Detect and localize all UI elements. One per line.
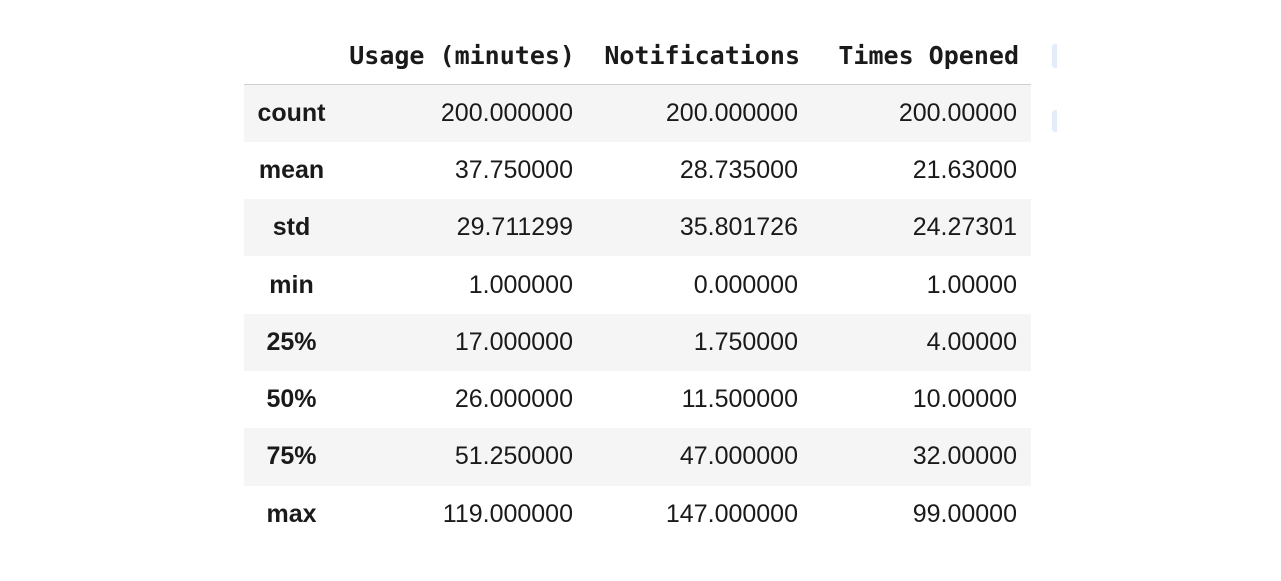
table-cell: 51.250000 [454,442,573,471]
header-row: Usage (minutes) Notifications Times Open… [244,26,1031,85]
table-row: 25% 17.000000 1.750000 4.00000 [244,313,1031,371]
row-label: mean [258,155,325,184]
row-label: 50% [266,385,317,414]
table-cell: 24.27301 [912,213,1017,242]
index-header [244,26,339,85]
table-cell: 147.000000 [665,499,798,528]
table-cell: 17.000000 [454,327,573,356]
dataframe-output: Usage (minutes) Notifications Times Open… [244,26,1031,543]
table-cell: 200.000000 [440,98,573,127]
table-cell: 26.000000 [454,385,573,414]
table-row: std 29.711299 35.801726 24.27301 [244,199,1031,257]
table-header: Usage (minutes) Notifications Times Open… [244,26,1031,85]
clipped-cell-action-button[interactable] [1052,110,1057,132]
table-cell: 37.750000 [454,155,573,184]
table-cell: 200.00000 [898,98,1017,127]
table-cell: 99.00000 [912,499,1017,528]
table-cell: 0.000000 [693,270,798,299]
row-label: min [269,270,314,299]
table-row: mean 37.750000 28.735000 21.63000 [244,141,1031,200]
table-cell: 21.63000 [912,155,1017,184]
table-cell: 1.750000 [693,327,798,356]
table-cell: 200.000000 [665,98,798,127]
column-header-times-opened: Times Opened [812,26,1031,85]
table-cell: 32.00000 [912,442,1017,471]
column-header-usage: Usage (minutes) [339,26,587,85]
table-cell: 29.711299 [456,213,573,242]
table-cell: 4.00000 [926,327,1017,356]
column-header-notifications: Notifications [587,26,812,85]
table-row: max 119.000000 147.000000 99.00000 [244,485,1031,543]
table-cell: 35.801726 [679,213,798,242]
row-label: 25% [266,327,317,356]
table-cell: 47.000000 [679,442,798,471]
table-row: 75% 51.250000 47.000000 32.00000 [244,428,1031,486]
table-cell: 10.00000 [912,385,1017,414]
table-body: count 200.000000 200.000000 200.00000 me… [244,84,1031,543]
table-cell: 11.500000 [681,385,798,414]
table-cell: 28.735000 [679,155,798,184]
row-label: count [257,98,326,127]
describe-table: Usage (minutes) Notifications Times Open… [244,26,1031,543]
table-row: count 200.000000 200.000000 200.00000 [244,84,1031,142]
table-cell: 119.000000 [442,499,573,528]
clipped-cell-action-button[interactable] [1052,44,1057,68]
row-label: 75% [266,442,317,471]
table-cell: 1.000000 [468,270,573,299]
row-label: std [272,213,311,242]
table-cell: 1.00000 [926,270,1017,299]
table-row: min 1.000000 0.000000 1.00000 [244,256,1031,314]
table-row: 50% 26.000000 11.500000 10.00000 [244,370,1031,429]
row-label: max [266,499,317,528]
